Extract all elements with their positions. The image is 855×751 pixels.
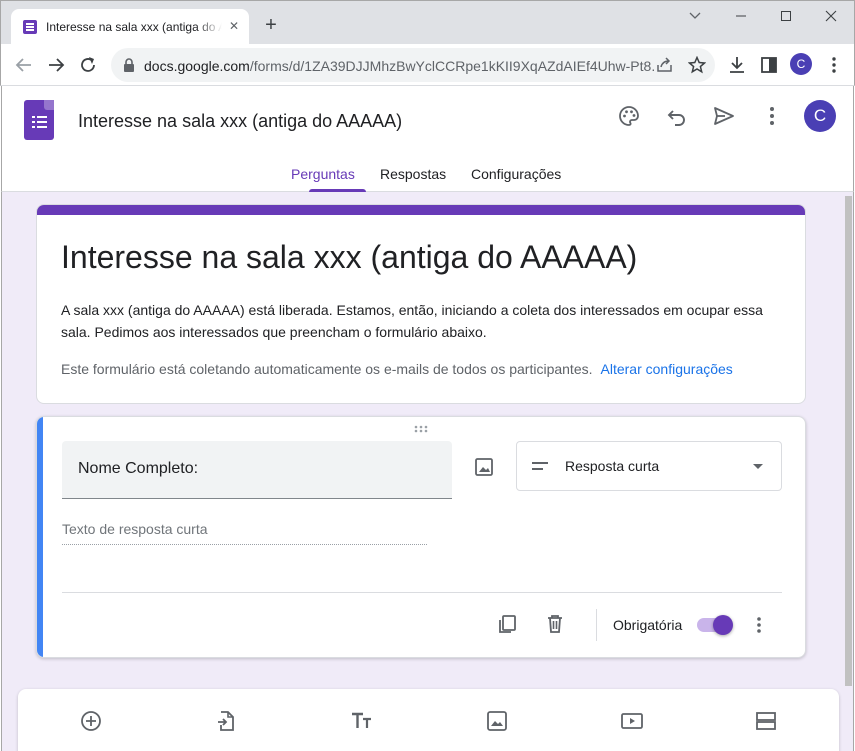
form-description[interactable]: A sala xxx (antiga do AAAAA) está libera… [61,299,781,343]
tab-responses[interactable]: Respostas [380,166,446,182]
close-window-icon[interactable] [819,6,843,26]
tab-search-icon[interactable] [683,6,707,26]
drag-handle-icon[interactable] [414,425,430,433]
duplicate-icon[interactable] [496,613,518,635]
toggle-knob [713,615,733,635]
profile-avatar[interactable]: C [790,53,812,75]
tab-questions[interactable]: Perguntas [291,166,355,182]
add-section-icon[interactable] [754,709,778,733]
forward-icon[interactable] [45,54,67,76]
address-bar[interactable]: docs.google.com/forms/d/1ZA39DJJMhzBwYcl… [111,48,715,82]
dropdown-arrow-icon [753,464,763,469]
browser-tabstrip: Interesse na sala xxx (antiga do AAAAA) … [0,0,855,45]
question-type-dropdown[interactable]: Resposta curta [516,441,782,491]
question-title: Nome Completo: [78,460,199,477]
required-toggle[interactable] [697,615,735,635]
tab-title: Interesse na sala xxx (antiga do AAAAA) [46,20,222,34]
minimize-icon[interactable] [729,6,753,26]
tab-settings[interactable]: Configurações [471,166,561,182]
email-collection-text: Este formulário está coletando automatic… [61,361,593,377]
theme-color-bar [37,205,805,215]
footer-divider [62,592,782,593]
bookmark-star-icon[interactable] [688,56,706,74]
account-avatar[interactable]: C [804,100,836,132]
add-question-icon[interactable] [79,709,103,733]
lock-icon[interactable] [123,58,135,72]
question-card[interactable]: Nome Completo: Resposta curta Texto de r… [36,416,806,658]
google-forms-logo-icon[interactable] [24,100,54,140]
form-tabs: Perguntas Respostas Configurações [2,158,853,192]
form-editor-canvas: Interesse na sala xxx (antiga do AAAAA) … [1,192,854,751]
required-label: Obrigatória [613,617,683,633]
import-questions-icon[interactable] [214,709,238,733]
browser-tab[interactable]: Interesse na sala xxx (antiga do AAAAA) … [11,9,249,45]
maximize-icon[interactable] [774,6,798,26]
share-icon[interactable] [656,57,674,73]
forms-header: Interesse na sala xxx (antiga do AAAAA) … [1,86,854,192]
browser-toolbar: docs.google.com/forms/d/1ZA39DJJMhzBwYcl… [0,44,855,86]
add-video-icon[interactable] [620,709,644,733]
add-image-toolbar-icon[interactable] [485,709,509,733]
email-collection-note: Este formulário está coletando automatic… [61,361,733,377]
scrollbar[interactable] [845,196,852,686]
document-title[interactable]: Interesse na sala xxx (antiga do AAAAA) [78,111,402,132]
side-panel-icon[interactable] [758,54,780,76]
delete-icon[interactable] [544,613,566,635]
form-title-card[interactable]: Interesse na sala xxx (antiga do AAAAA) … [36,204,806,404]
browser-menu-icon[interactable] [823,54,845,76]
footer-separator [596,609,597,641]
change-settings-link[interactable]: Alterar configurações [601,361,733,377]
reload-icon[interactable] [77,54,99,76]
short-answer-placeholder: Texto de resposta curta [62,521,427,545]
add-items-toolbar [18,689,839,751]
question-type-label: Resposta curta [565,458,660,474]
add-title-description-icon[interactable] [350,709,374,733]
more-options-icon[interactable] [760,104,784,128]
download-icon[interactable] [726,54,748,76]
new-tab-icon[interactable]: + [261,15,281,35]
palette-icon[interactable] [617,104,641,128]
send-icon[interactable] [712,104,736,128]
undo-icon[interactable] [665,104,689,128]
back-icon[interactable] [13,54,35,76]
forms-favicon-icon [23,20,37,34]
short-answer-icon [532,462,548,474]
add-image-icon[interactable] [474,457,494,477]
question-more-options-icon[interactable] [749,615,769,635]
focus-indicator-bar [37,417,43,657]
form-title[interactable]: Interesse na sala xxx (antiga do AAAAA) [61,239,637,276]
url-text: docs.google.com/forms/d/1ZA39DJJMhzBwYcl… [144,58,654,74]
question-title-field[interactable]: Nome Completo: [62,441,452,499]
tab-close-icon[interactable]: ✕ [226,18,242,34]
